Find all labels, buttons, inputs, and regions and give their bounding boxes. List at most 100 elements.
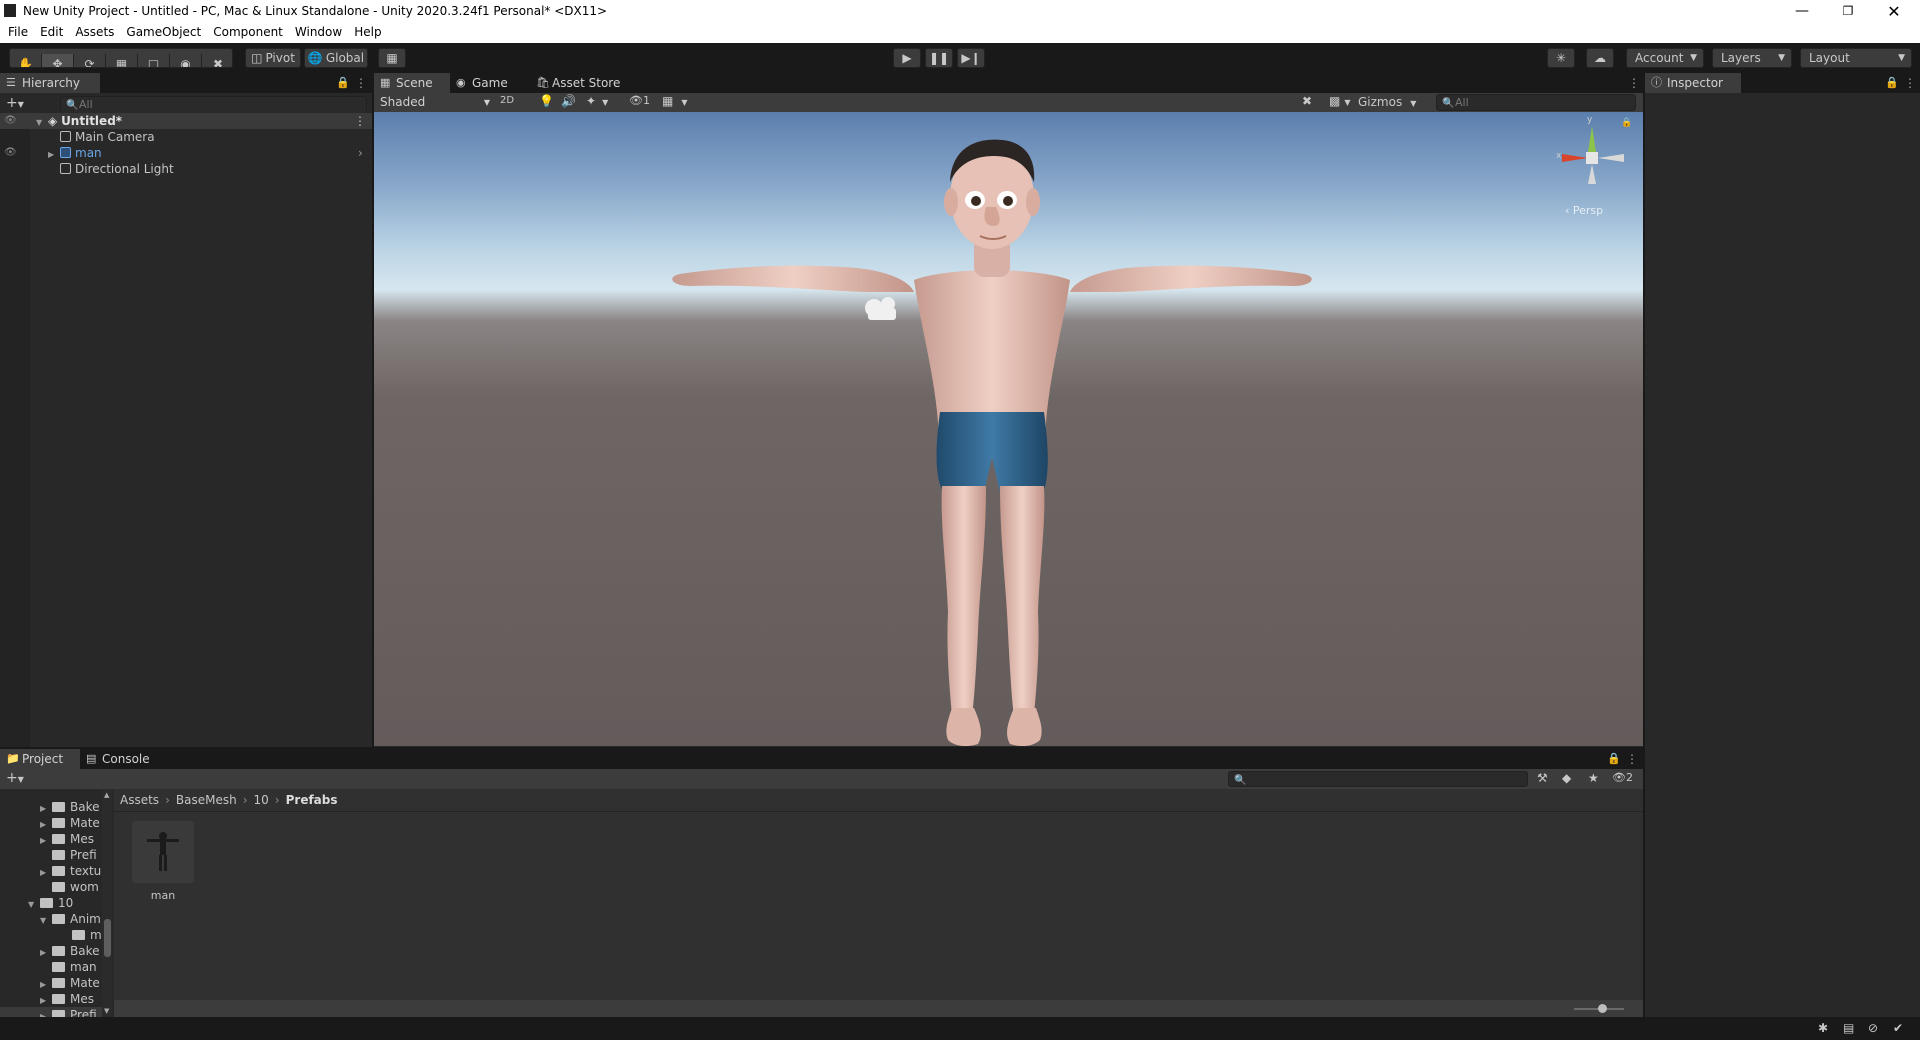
scene-row[interactable]: 👁 ▼ ◈ Untitled* ⋮ — [0, 113, 372, 129]
scene-search-input[interactable]: 🔍 All — [1436, 94, 1636, 111]
close-icon[interactable]: ✕ — [1872, 0, 1916, 22]
zoom-slider-thumb[interactable] — [1598, 1004, 1607, 1013]
tree-item[interactable]: Prefi — [52, 847, 97, 863]
layers-dropdown[interactable]: Layers ▼ — [1712, 48, 1792, 68]
tab-console[interactable]: ▤ Console — [80, 749, 164, 769]
hidden-objects-toggle[interactable]: 👁1 — [629, 94, 650, 107]
tree-item-selected[interactable]: ▶ Prefi — [0, 1007, 112, 1017]
bug-icon[interactable]: ✱ — [1818, 1021, 1828, 1035]
breadcrumb-item[interactable]: 10 — [254, 793, 269, 807]
global-button[interactable]: 🌐 Global — [304, 48, 368, 68]
chevron-down-icon[interactable]: ▼ — [40, 913, 52, 927]
pause-icon[interactable]: ❚❚ — [925, 48, 953, 68]
tree-item[interactable]: wom — [52, 879, 99, 895]
tree-scrollbar[interactable]: ▲ ▼ — [102, 789, 112, 1017]
breadcrumb-item[interactable]: Assets — [120, 793, 159, 807]
account-dropdown[interactable]: Account ▼ — [1626, 48, 1704, 68]
hierarchy-item-directional-light[interactable]: Directional Light — [0, 161, 174, 177]
hierarchy-search-input[interactable]: 🔍 All — [60, 96, 367, 114]
chevron-right-icon[interactable]: ▶ — [40, 833, 52, 847]
audio-icon[interactable]: 🔊 — [561, 94, 576, 108]
tree-item[interactable]: ▼ Anim — [40, 911, 101, 927]
tree-item[interactable]: man — [52, 959, 97, 975]
shading-mode-dropdown[interactable]: Shaded ▼ — [376, 94, 494, 111]
grid-toggle-icon[interactable]: ▦ ▼ — [662, 94, 688, 108]
grid-snap-icon[interactable]: ▦ — [378, 48, 406, 68]
menu-help[interactable]: Help — [348, 22, 387, 43]
hidden-packages-toggle[interactable]: 👁2 — [1612, 771, 1633, 784]
hierarchy-item-man[interactable]: 👁 ▶ man › — [0, 145, 372, 161]
chevron-right-icon[interactable]: ▶ — [40, 977, 52, 991]
tab-inspector[interactable]: ⓘ Inspector — [1645, 73, 1741, 93]
add-icon[interactable]: +▼ — [6, 770, 24, 786]
tree-item[interactable]: ▶ Mate — [40, 815, 100, 831]
eye-icon[interactable]: 👁 — [4, 145, 17, 161]
chevron-right-icon[interactable]: ▶ — [40, 945, 52, 959]
transform-icon[interactable]: ◉ — [170, 54, 202, 67]
camera-gizmo-icon[interactable] — [865, 297, 896, 320]
eye-icon[interactable]: 👁 — [4, 113, 17, 129]
breadcrumb-item-current[interactable]: Prefabs — [286, 793, 338, 807]
persp-label[interactable]: ‹ Persp — [1565, 204, 1603, 217]
move-icon[interactable]: ✥ — [42, 54, 74, 67]
tree-item[interactable]: ▶ Mes — [40, 831, 94, 847]
pivot-button[interactable]: ◫ Pivot — [245, 48, 301, 68]
auto-generate-icon[interactable]: ⊘ — [1868, 1021, 1878, 1035]
add-icon[interactable]: +▼ — [6, 95, 24, 111]
kebab-menu-icon[interactable]: ⋮ — [355, 76, 367, 90]
lock-icon[interactable]: 🔒 — [1607, 752, 1621, 765]
tree-item[interactable]: ▶ Mate — [40, 975, 100, 991]
collab-icon[interactable]: ✳ — [1547, 48, 1575, 68]
lock-icon[interactable]: 🔒 — [336, 76, 350, 89]
cache-icon[interactable]: ▤ — [1843, 1021, 1854, 1035]
kebab-menu-icon[interactable]: ⋮ — [1626, 752, 1638, 766]
custom-tool-icon[interactable]: ✖ — [202, 54, 232, 67]
check-icon[interactable]: ✔ — [1893, 1021, 1903, 1035]
menu-component[interactable]: Component — [207, 22, 289, 43]
hierarchy-item-main-camera[interactable]: Main Camera — [0, 129, 155, 145]
menu-file[interactable]: File — [0, 22, 34, 43]
hand-icon[interactable]: ✋ — [10, 54, 42, 67]
cloud-icon[interactable]: ☁ — [1586, 48, 1614, 68]
menu-edit[interactable]: Edit — [34, 22, 69, 43]
gizmos-dropdown[interactable]: Gizmos ▼ — [1358, 94, 1416, 111]
filter-type-icon[interactable]: ⚒ — [1537, 771, 1548, 785]
chevron-right-icon[interactable]: ▶ — [40, 865, 52, 879]
chevron-right-icon[interactable]: ▶ — [40, 801, 52, 815]
mode-2d-button[interactable]: 2D — [500, 95, 514, 106]
menu-window[interactable]: Window — [289, 22, 348, 43]
tree-item[interactable]: ▶ Bake — [40, 943, 100, 959]
menu-assets[interactable]: Assets — [69, 22, 120, 43]
scrollbar-thumb[interactable] — [104, 919, 111, 957]
rotate-icon[interactable]: ⟳ — [74, 54, 106, 67]
kebab-menu-icon[interactable]: ⋮ — [1628, 76, 1640, 90]
camera-settings-icon[interactable]: ▩ ▼ — [1329, 94, 1351, 108]
project-search-input[interactable]: 🔍 — [1228, 771, 1528, 787]
tab-game[interactable]: ◉ Game — [450, 73, 530, 93]
scroll-up-icon[interactable]: ▲ — [104, 791, 109, 799]
tools-icon[interactable]: ✖ — [1302, 94, 1312, 108]
tree-item[interactable]: ▶ Mes — [40, 991, 94, 1007]
menu-gameobject[interactable]: GameObject — [120, 22, 207, 43]
star-icon[interactable]: ★ — [1588, 771, 1599, 785]
light-icon[interactable]: 💡 — [539, 94, 554, 108]
chevron-right-icon[interactable]: ▶ — [40, 817, 52, 831]
effects-icon[interactable]: ✦ ▼ — [586, 94, 608, 108]
lock-icon[interactable]: 🔒 — [1621, 118, 1632, 128]
scale-icon[interactable]: ▦ — [106, 54, 138, 67]
tree-item[interactable]: ▶ textu — [40, 863, 101, 879]
tree-item[interactable]: ▼ 10 — [28, 895, 73, 911]
kebab-menu-icon[interactable]: ⋮ — [354, 113, 366, 129]
layout-dropdown[interactable]: Layout ▼ — [1800, 48, 1912, 68]
chevron-down-icon[interactable]: ▼ — [28, 897, 40, 911]
tab-scene[interactable]: ▦ Scene — [374, 73, 450, 93]
chevron-right-icon[interactable]: ▶ — [40, 993, 52, 1007]
scene-viewport[interactable]: y x 🔒 ‹ Persp — [374, 112, 1643, 746]
chevron-right-icon[interactable]: › — [358, 145, 363, 161]
chevron-right-icon[interactable]: ▶ — [40, 1009, 52, 1017]
tab-project[interactable]: 📁 Project — [0, 749, 80, 769]
tab-asset-store[interactable]: 🛍 Asset Store — [530, 73, 640, 93]
lock-icon[interactable]: 🔒 — [1885, 76, 1899, 89]
tree-item[interactable]: m — [72, 927, 102, 943]
asset-item[interactable]: man — [132, 821, 194, 903]
